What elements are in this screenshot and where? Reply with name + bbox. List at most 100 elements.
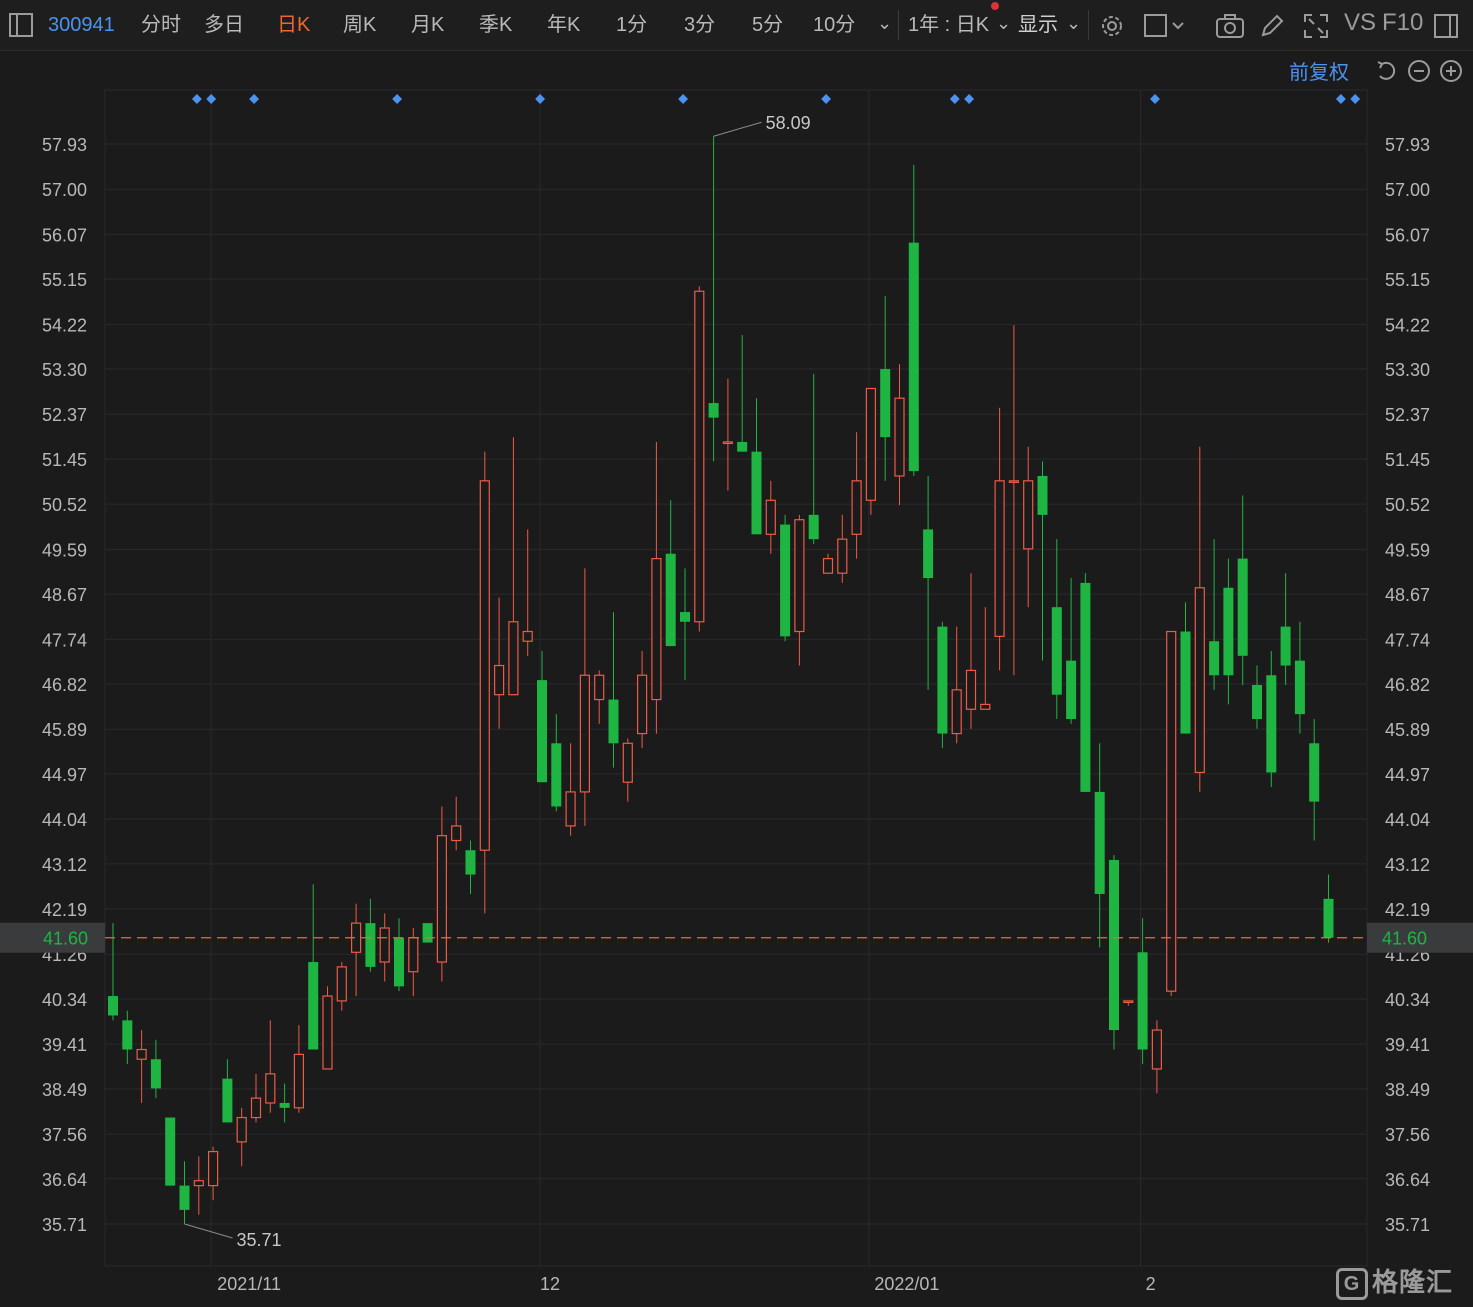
candle-body-down xyxy=(1280,626,1291,666)
last-price-label-right: 41.60 xyxy=(1382,929,1427,949)
candle-body-down xyxy=(537,680,547,783)
y-tick-right: 45.89 xyxy=(1385,720,1430,740)
y-tick-right: 44.04 xyxy=(1385,810,1430,830)
candle-body-up xyxy=(451,825,462,842)
candle-body-down xyxy=(1266,675,1277,773)
y-tick-right: 55.15 xyxy=(1385,270,1430,290)
x-tick-label: 2 xyxy=(1146,1274,1156,1294)
candle-body-up xyxy=(236,1116,247,1143)
candle-body-up xyxy=(765,499,776,535)
candle-body-up xyxy=(837,538,848,574)
candle-body-up xyxy=(494,664,505,696)
y-tick-right: 39.41 xyxy=(1385,1035,1430,1055)
y-tick-right: 56.07 xyxy=(1385,225,1430,245)
candle-body-down xyxy=(1209,641,1220,676)
candle-body-up xyxy=(694,290,705,623)
candle-body-down xyxy=(780,524,791,637)
candle-body-up xyxy=(293,1053,304,1109)
candle-body-up xyxy=(822,557,834,574)
event-marker xyxy=(249,94,260,104)
candle-body-up xyxy=(622,742,633,783)
candle-body-down xyxy=(150,1059,161,1089)
candle-body-down xyxy=(1180,631,1191,734)
candle-body-up xyxy=(722,441,734,445)
y-tick-left: 45.89 xyxy=(42,720,87,740)
candle-body-down xyxy=(394,937,404,987)
y-tick-right: 57.00 xyxy=(1385,180,1430,200)
y-tick-right: 44.97 xyxy=(1385,765,1430,785)
candle-body-down xyxy=(1309,743,1320,802)
y-tick-left: 42.19 xyxy=(42,900,87,920)
gelonghui-logo: G 格隆汇 xyxy=(1336,1262,1453,1301)
candle-body-up xyxy=(980,703,991,710)
y-tick-left: 35.71 xyxy=(42,1215,87,1235)
y-tick-right: 37.56 xyxy=(1385,1125,1430,1145)
y-tick-left: 48.67 xyxy=(42,585,87,605)
candle-body-up xyxy=(379,927,390,963)
candle-body-down xyxy=(108,996,118,1016)
candle-body-up xyxy=(1008,480,1020,483)
candle-body-down xyxy=(665,553,676,647)
y-tick-right: 53.30 xyxy=(1385,360,1430,380)
candle-body-up xyxy=(851,480,862,535)
candle-body-down xyxy=(1237,558,1248,656)
y-tick-left: 50.52 xyxy=(42,495,87,515)
candle-body-up xyxy=(794,519,805,633)
candle-body-down xyxy=(165,1117,176,1186)
y-tick-left: 37.56 xyxy=(42,1125,87,1145)
candlestick-chart[interactable]: 35.71 35.71 36.64 36.64 37.56 37.56 38.49 38.49… xyxy=(0,0,1473,1307)
candle-body-down xyxy=(1323,898,1334,938)
candle-body-down xyxy=(1094,791,1105,894)
event-marker xyxy=(1150,94,1160,104)
candle-body-up xyxy=(336,966,347,1002)
event-marker xyxy=(191,94,202,104)
y-tick-left: 47.74 xyxy=(42,630,87,650)
candle-body-down xyxy=(1137,952,1148,1050)
candle-body-up xyxy=(579,674,591,793)
candle-body-up xyxy=(522,630,533,642)
candle-body-down xyxy=(737,441,748,452)
max-pointer xyxy=(713,121,762,137)
candle-body-up xyxy=(594,674,605,701)
y-tick-right: 42.19 xyxy=(1385,900,1430,920)
candle-body-down xyxy=(465,850,476,875)
y-tick-left: 52.37 xyxy=(42,405,87,425)
event-marker xyxy=(1350,94,1361,104)
event-marker xyxy=(678,94,689,104)
candle-body-down xyxy=(308,962,319,1050)
candle-body-up xyxy=(636,674,648,735)
candle-body-down xyxy=(1223,587,1234,676)
candle-body-up xyxy=(322,995,333,1070)
event-marker xyxy=(1335,94,1346,104)
y-tick-right: 57.93 xyxy=(1385,135,1430,155)
event-marker xyxy=(206,94,217,104)
x-tick-label: 2021/11 xyxy=(217,1274,281,1294)
y-tick-right: 38.49 xyxy=(1385,1080,1430,1100)
candle-body-down xyxy=(880,369,891,438)
event-marker xyxy=(949,94,960,104)
min-price-label: 35.71 xyxy=(237,1230,282,1250)
y-tick-left: 57.00 xyxy=(42,180,87,200)
candle-body-down xyxy=(1051,607,1062,695)
candle-body-down xyxy=(179,1185,190,1210)
candle-body-down xyxy=(122,1020,133,1050)
event-marker xyxy=(392,94,403,104)
y-tick-left: 56.07 xyxy=(42,225,87,245)
candle-body-down xyxy=(1294,660,1305,715)
candle-body-up xyxy=(651,557,662,701)
y-tick-right: 52.37 xyxy=(1385,405,1430,425)
candle-body-up xyxy=(208,1150,219,1187)
candle-body-down xyxy=(1066,660,1077,719)
y-tick-left: 39.41 xyxy=(42,1035,87,1055)
y-tick-left: 38.49 xyxy=(42,1080,87,1100)
y-tick-right: 46.82 xyxy=(1385,675,1430,695)
y-tick-left: 44.97 xyxy=(42,765,87,785)
candle-body-down xyxy=(908,242,919,472)
candle-body-down xyxy=(923,529,934,579)
y-tick-left: 36.64 xyxy=(42,1170,87,1190)
candle-body-down xyxy=(551,743,562,807)
event-marker xyxy=(535,94,546,104)
candle-body-up xyxy=(250,1097,262,1119)
candle-body-down xyxy=(1080,582,1091,792)
y-tick-left: 54.22 xyxy=(42,315,87,335)
